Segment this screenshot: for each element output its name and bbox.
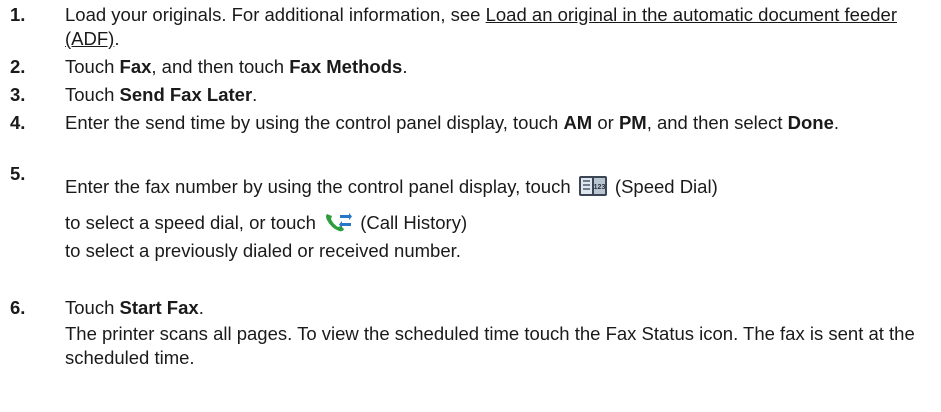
step-note: The printer scans all pages. To view the… xyxy=(65,323,915,368)
step-number: 1. xyxy=(10,4,26,25)
step-text: to select a previously dialed or receive… xyxy=(65,240,461,261)
step-number: 4. xyxy=(10,112,26,133)
step-text: Enter the fax number by using the contro… xyxy=(65,174,718,234)
fax-methods-label: Fax Methods xyxy=(289,56,403,77)
step-text: Touch Start Fax. The printer scans all p… xyxy=(65,296,925,370)
am-label: AM xyxy=(563,112,593,133)
step-text: Touch Fax, and then touch Fax Methods. xyxy=(65,56,408,77)
speed-dial-icon: 123 xyxy=(578,174,608,198)
step-number: 5. xyxy=(10,163,26,184)
step-text: Touch Send Fax Later. xyxy=(65,84,258,105)
pm-label: PM xyxy=(618,112,647,133)
fax-label: Fax xyxy=(119,56,152,77)
done-label: Done xyxy=(787,112,834,133)
step-number: 3. xyxy=(10,84,26,105)
step-text: Load your originals. For additional info… xyxy=(65,4,897,49)
call-history-icon xyxy=(323,210,353,234)
step-number: 6. xyxy=(10,297,26,318)
start-fax-label: Start Fax xyxy=(119,297,199,318)
step-number: 2. xyxy=(10,56,26,77)
send-fax-later-label: Send Fax Later xyxy=(119,84,253,105)
step-text: Enter the send time by using the control… xyxy=(65,112,839,133)
svg-text:123: 123 xyxy=(593,184,605,191)
